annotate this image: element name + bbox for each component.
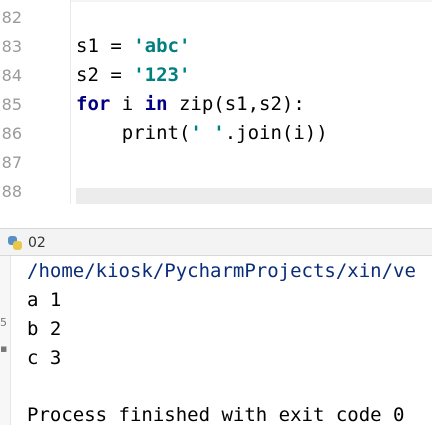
code-line[interactable]: for i in zip(s1,s2): — [76, 93, 305, 115]
code-string: '123' — [133, 64, 191, 86]
console-toolbar: 5 ▪ — [0, 256, 11, 425]
console-command-path: /home/kiosk/PycharmProjects/xin/ve — [27, 260, 416, 282]
editor-bottom-margin — [0, 204, 432, 228]
run-console[interactable]: 5 ▪ /home/kiosk/PycharmProjects/xin/ve a… — [0, 256, 432, 426]
line-number: 88 — [1, 182, 22, 201]
line-number: 82 — [1, 8, 22, 27]
code-text: print( — [76, 122, 191, 144]
gutter-separator — [70, 0, 71, 204]
line-number: 83 — [1, 37, 22, 56]
run-tab[interactable]: 02 — [0, 229, 56, 256]
code-keyword: for — [76, 93, 111, 115]
console-exit-message: Process finished with exit code 0 — [27, 404, 405, 426]
code-line[interactable]: s2 = '123' — [76, 64, 190, 86]
python-icon — [8, 235, 22, 250]
console-output-line: c 3 — [27, 347, 62, 369]
code-editor[interactable]: 82 83 84 85 86 87 88 s1 = 'abc' s2 = '123… — [0, 0, 432, 228]
code-text: s2 = — [76, 64, 134, 86]
line-number: 87 — [1, 153, 22, 172]
code-text: s1 = — [76, 35, 134, 57]
line-number: 84 — [1, 66, 22, 85]
code-text: i — [110, 93, 145, 115]
horizontal-scrollbar[interactable] — [76, 188, 432, 204]
code-string: ' ' — [190, 122, 225, 144]
code-text: zip(s1,s2): — [167, 93, 305, 115]
code-line[interactable]: s1 = 'abc' — [76, 35, 190, 57]
line-number: 86 — [1, 124, 22, 143]
line-number: 85 — [1, 95, 22, 114]
console-output-line: a 1 — [27, 289, 62, 311]
stop-icon[interactable]: ▪ — [0, 342, 7, 355]
code-text: .join(i)) — [224, 122, 328, 144]
console-output-line: b 2 — [27, 318, 62, 340]
rerun-icon[interactable]: 5 — [0, 316, 7, 329]
code-keyword: in — [144, 93, 168, 115]
code-string: 'abc' — [133, 35, 191, 57]
editor-top-border — [71, 0, 432, 2]
line-number-gutter: 82 83 84 85 86 87 88 — [0, 0, 70, 204]
run-tool-window-header: 02 — [0, 228, 432, 256]
run-tab-label: 02 — [28, 234, 46, 251]
code-line[interactable]: print(' '.join(i)) — [76, 122, 328, 144]
